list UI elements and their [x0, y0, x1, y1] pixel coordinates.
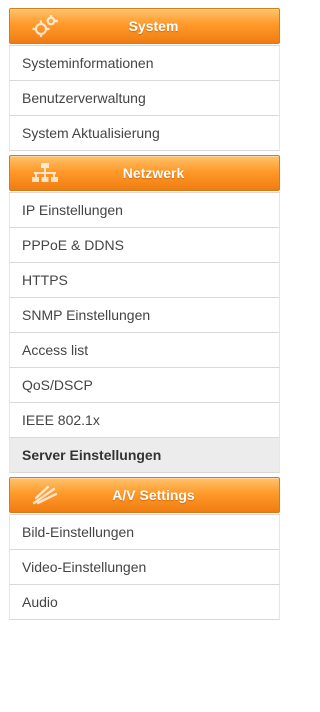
section-items-netzwerk: IP Einstellungen PPPoE & DDNS HTTPS SNMP… [9, 192, 280, 473]
menu-item-qos-dscp[interactable]: QoS/DSCP [9, 368, 280, 403]
menu-item-bild-einstellungen[interactable]: Bild-Einstellungen [9, 515, 280, 550]
menu-item-https[interactable]: HTTPS [9, 263, 280, 298]
menu-item-audio[interactable]: Audio [9, 585, 280, 620]
menu-item-access-list[interactable]: Access list [9, 333, 280, 368]
section-header-netzwerk[interactable]: Netzwerk [9, 155, 280, 191]
menu-item-snmp-einstellungen[interactable]: SNMP Einstellungen [9, 298, 280, 333]
menu-item-pppoe-ddns[interactable]: PPPoE & DDNS [9, 228, 280, 263]
section-header-system[interactable]: System [9, 8, 280, 44]
section-title-netzwerk: Netzwerk [122, 165, 185, 181]
menu-item-system-aktualisierung[interactable]: System Aktualisierung [9, 116, 280, 151]
menu-item-ip-einstellungen[interactable]: IP Einstellungen [9, 193, 280, 228]
menu-item-systeminformationen[interactable]: Systeminformationen [9, 46, 280, 81]
menu-item-server-einstellungen[interactable]: Server Einstellungen [9, 438, 280, 473]
section-items-system: Systeminformationen Benutzerverwaltung S… [9, 45, 280, 151]
menu-item-ieee-8021x[interactable]: IEEE 802.1x [9, 403, 280, 438]
sidebar-nav: System Systeminformationen Benutzerverwa… [9, 8, 280, 624]
menu-item-benutzerverwaltung[interactable]: Benutzerverwaltung [9, 81, 280, 116]
section-system: System Systeminformationen Benutzerverwa… [9, 8, 280, 151]
section-netzwerk: Netzwerk IP Einstellungen PPPoE & DDNS H… [9, 155, 280, 473]
section-title-system: System [128, 18, 179, 34]
section-av-settings: A/V Settings Bild-Einstellungen Video-Ei… [9, 477, 280, 620]
section-header-av-settings[interactable]: A/V Settings [9, 477, 280, 513]
menu-item-video-einstellungen[interactable]: Video-Einstellungen [9, 550, 280, 585]
section-items-av-settings: Bild-Einstellungen Video-Einstellungen A… [9, 514, 280, 620]
section-title-av-settings: A/V Settings [112, 487, 195, 503]
